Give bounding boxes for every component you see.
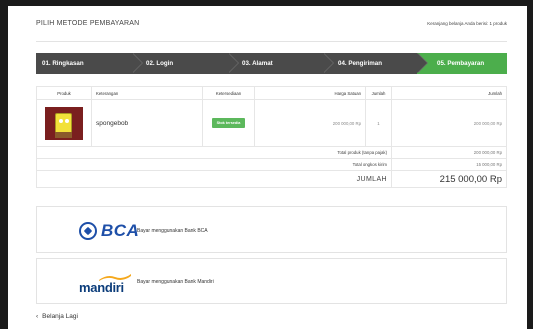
quantity: 1: [365, 99, 392, 147]
step-label: 04. Pengiriman: [338, 60, 383, 67]
checkout-steps: 01. Ringkasan 02. Login 03. Alamat 04. P…: [36, 53, 507, 74]
step-pengiriman[interactable]: 04. Pengiriman: [323, 53, 428, 74]
window-frame-right: [527, 0, 533, 329]
product-name-cell: spongebob: [91, 99, 203, 147]
mandiri-logo-text: mandiri: [79, 280, 124, 295]
step-ringkasan[interactable]: 01. Ringkasan: [36, 53, 143, 74]
shipping-total-value: 15 000,00 Rp: [391, 158, 507, 171]
products-total-label: Total produk (tanpa pajak): [36, 146, 392, 159]
spongebob-pants: [55, 131, 72, 138]
continue-shopping-link[interactable]: ‹ Belanja Lagi: [36, 313, 78, 320]
stock-badge: Stok tersedia: [211, 118, 246, 128]
page-title: PILIH METODE PEMBAYARAN: [36, 20, 140, 27]
window-frame-top: [0, 0, 533, 6]
page-header: PILIH METODE PEMBAYARAN Keranjang belanj…: [36, 20, 507, 42]
availability-cell: Stok tersedia: [202, 99, 255, 147]
line-total: 200 000,00 Rp: [391, 99, 507, 147]
payment-option-mandiri[interactable]: mandiri Bayar menggunakan Bank Mandiri: [36, 258, 507, 304]
col-header-produk: Produk: [36, 86, 92, 100]
step-arrow: [228, 53, 238, 73]
product-image[interactable]: [45, 106, 83, 140]
mandiri-logo: mandiri: [79, 272, 137, 295]
table-header-row: Produk Keterangan Ketersediaan Harga Sat…: [36, 86, 507, 100]
step-alamat[interactable]: 03. Alamat: [228, 53, 334, 74]
payment-option-bca[interactable]: BCA Bayar menggunakan Bank BCA: [36, 206, 507, 253]
cart-summary-text: Keranjang belanja Anda berisi: 1 produk: [427, 21, 507, 26]
products-total-value: 200 000,00 Rp: [391, 146, 507, 159]
step-arrow: [417, 53, 427, 73]
continue-shopping-label: Belanja Lagi: [42, 313, 78, 320]
product-image-cell: [36, 99, 92, 147]
grand-total-label: JUMLAH: [36, 170, 392, 188]
cart-table: Produk Keterangan Ketersediaan Harga Sat…: [36, 86, 507, 188]
bca-emblem-icon: [79, 221, 97, 240]
unit-price: 200 000,00 Rp: [254, 99, 366, 147]
grand-total-value: 215 000,00 Rp: [391, 170, 507, 188]
step-pembayaran[interactable]: 05. Pembayaran: [417, 53, 507, 74]
bca-logo: BCA: [79, 221, 139, 240]
col-header-ketersediaan: Ketersediaan: [202, 86, 255, 100]
step-label: 02. Login: [146, 60, 174, 67]
step-login[interactable]: 02. Login: [132, 53, 239, 74]
summary-total-row: JUMLAH 215 000,00 Rp: [36, 170, 507, 188]
step-arrow: [132, 53, 142, 73]
window-frame-left: [0, 0, 8, 329]
table-row: spongebob Stok tersedia 200 000,00 Rp 1 …: [36, 99, 507, 147]
step-label: 05. Pembayaran: [437, 60, 485, 67]
product-name[interactable]: spongebob: [92, 120, 128, 127]
bca-payment-label: Bayar menggunakan Bank BCA: [137, 228, 208, 234]
step-label: 03. Alamat: [242, 60, 273, 67]
step-label: 01. Ringkasan: [42, 60, 84, 67]
col-header-harga-satuan: Harga Satuan: [254, 86, 366, 100]
col-header-jumlah-qty: Jumlah: [365, 86, 392, 100]
col-header-jumlah: Jumlah: [391, 86, 507, 100]
step-arrow: [323, 53, 333, 73]
col-header-keterangan: Keterangan: [91, 86, 203, 100]
mandiri-payment-label: Bayar menggunakan Bank Mandiri: [137, 279, 214, 285]
summary-products-row: Total produk (tanpa pajak) 200 000,00 Rp: [36, 146, 507, 159]
summary-shipping-row: Total ongkos kirim 15 000,00 Rp: [36, 158, 507, 171]
chevron-left-icon: ‹: [36, 313, 39, 320]
shipping-total-label: Total ongkos kirim: [36, 158, 392, 171]
bca-logo-text: BCA: [101, 220, 140, 240]
